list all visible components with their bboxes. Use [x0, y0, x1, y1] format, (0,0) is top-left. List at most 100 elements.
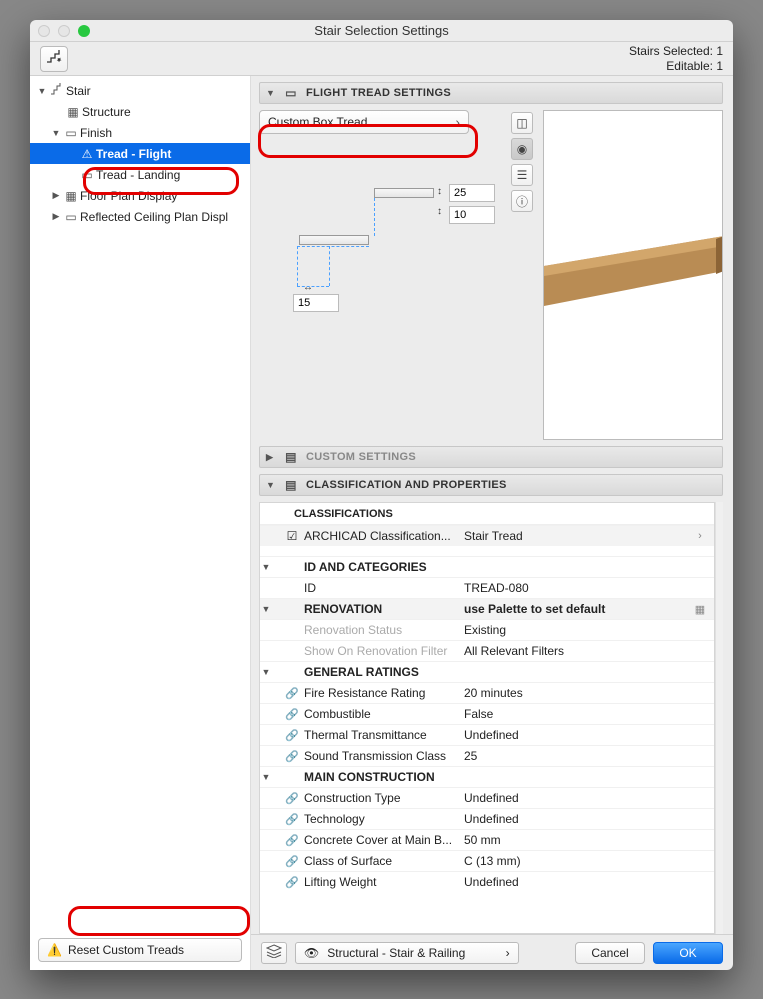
dimension-diagram: ↕ ↕ ↔	[289, 180, 469, 330]
group-id-categories[interactable]: ▼ ID AND CATEGORIES	[260, 556, 714, 577]
prop-value[interactable]: TREAD-080	[464, 581, 690, 595]
layer-name: Structural - Stair & Railing	[327, 946, 465, 960]
prop-value[interactable]: Undefined	[464, 728, 690, 742]
prop-value: Stair Tread	[464, 529, 690, 543]
group-main-construction[interactable]: ▼ MAIN CONSTRUCTION	[260, 766, 714, 787]
row-concrete-cover[interactable]: 🔗 Concrete Cover at Main B... 50 mm	[260, 829, 714, 850]
prop-label: Thermal Transmittance	[304, 728, 464, 742]
tree-item-finish[interactable]: ▼ ▭ Finish	[30, 122, 250, 143]
group-classifications[interactable]: CLASSIFICATIONS	[260, 503, 714, 525]
prop-value[interactable]: False	[464, 707, 690, 721]
row-technology[interactable]: 🔗 Technology Undefined	[260, 808, 714, 829]
settings-icon: ▤	[284, 450, 298, 464]
favorites-button[interactable]	[40, 46, 68, 72]
prop-label: ARCHICAD Classification...	[304, 529, 464, 543]
tread-icon: ▭	[284, 86, 298, 100]
layer-selector[interactable]: 👁 Structural - Stair & Railing ›	[295, 942, 519, 964]
tree-item-structure[interactable]: ▦ Structure	[30, 101, 250, 122]
row-thermal[interactable]: 🔗 Thermal Transmittance Undefined	[260, 724, 714, 745]
scrollbar[interactable]	[715, 502, 723, 934]
link-icon: 🔗	[280, 729, 304, 742]
tread-icon: ▭	[78, 168, 96, 182]
layer-combination-button[interactable]	[261, 942, 287, 964]
tree-label: Tread - Flight	[96, 147, 171, 161]
prop-value[interactable]: C (13 mm)	[464, 854, 690, 868]
tree-item-tread-flight[interactable]: ⚠ Tread - Flight	[30, 143, 250, 164]
preview-section-icon[interactable]: ☰	[511, 164, 533, 186]
tread-offset-input[interactable]	[449, 206, 495, 224]
floorplan-icon: ▦	[62, 189, 80, 203]
section-flight-tread[interactable]: ▼ ▭ FLIGHT TREAD SETTINGS	[259, 82, 723, 104]
prop-value[interactable]: 25	[464, 749, 690, 763]
row-lifting-weight[interactable]: 🔗 Lifting Weight Undefined	[260, 871, 714, 892]
tree-item-floor-plan[interactable]: ▶ ▦ Floor Plan Display	[30, 185, 250, 206]
editable-label: Editable: 1	[629, 59, 723, 73]
prop-value[interactable]: Undefined	[464, 812, 690, 826]
nav-tree-panel: ▼ Stair ▦ Structure ▼ ▭ Finish ⚠	[30, 76, 251, 970]
tree-item-tread-landing[interactable]: ▭ Tread - Landing	[30, 164, 250, 185]
reset-label: Reset Custom Treads	[68, 943, 184, 957]
rcp-icon: ▭	[62, 210, 80, 224]
cancel-button[interactable]: Cancel	[575, 942, 645, 964]
tree-item-stair[interactable]: ▼ Stair	[30, 80, 250, 101]
dialog-footer: 👁 Structural - Stair & Railing › Cancel …	[251, 934, 733, 970]
window-title: Stair Selection Settings	[30, 23, 733, 38]
prop-value[interactable]: 20 minutes	[464, 686, 690, 700]
row-stc[interactable]: 🔗 Sound Transmission Class 25	[260, 745, 714, 766]
tree-label: Reflected Ceiling Plan Displ	[80, 210, 228, 224]
preview-top-icon[interactable]: ◫	[511, 112, 533, 134]
tread-3d-preview[interactable]	[543, 110, 723, 440]
row-construction-type[interactable]: 🔗 Construction Type Undefined	[260, 787, 714, 808]
prop-value[interactable]: Undefined	[464, 875, 690, 889]
row-surface-class[interactable]: 🔗 Class of Surface C (13 mm)	[260, 850, 714, 871]
warning-icon: ⚠	[78, 147, 96, 161]
tree-label: Structure	[82, 105, 131, 119]
tread-thickness-input[interactable]	[449, 184, 495, 202]
prop-label: Concrete Cover at Main B...	[304, 833, 464, 847]
tread-type-selector[interactable]: Custom Box Tread ›	[259, 110, 469, 134]
group-title: MAIN CONSTRUCTION	[304, 770, 464, 784]
checkbox-checked-icon[interactable]: ☑	[280, 529, 304, 543]
chevron-right-icon[interactable]: ›	[690, 530, 710, 542]
finish-icon: ▭	[62, 126, 80, 140]
row-id[interactable]: ID TREAD-080	[260, 577, 714, 598]
prop-value[interactable]: 50 mm	[464, 833, 690, 847]
ok-button[interactable]: OK	[653, 942, 723, 964]
group-renovation[interactable]: ▼ RENOVATION use Palette to set default …	[260, 598, 714, 619]
stair-icon	[45, 48, 63, 69]
row-renovation-status[interactable]: Renovation Status Existing	[260, 619, 714, 640]
tread-nosing-input[interactable]	[293, 294, 339, 312]
nav-tree[interactable]: ▼ Stair ▦ Structure ▼ ▭ Finish ⚠	[30, 76, 250, 930]
stair-icon	[48, 82, 66, 99]
row-fire-rating[interactable]: 🔗 Fire Resistance Rating 20 minutes	[260, 682, 714, 703]
tree-label: Stair	[66, 84, 91, 98]
group-title: GENERAL RATINGS	[304, 665, 464, 679]
reset-custom-treads-button[interactable]: ⚠️ Reset Custom Treads	[38, 938, 242, 962]
info-icon[interactable]: ⓘ	[511, 190, 533, 212]
section-classification[interactable]: ▼ ▤ CLASSIFICATION AND PROPERTIES	[259, 474, 723, 496]
main-panel: ▼ ▭ FLIGHT TREAD SETTINGS Custom Box Tre…	[251, 76, 733, 970]
tree-label: Tread - Landing	[96, 168, 180, 182]
section-custom-settings[interactable]: ▶ ▤ CUSTOM SETTINGS	[259, 446, 723, 468]
prop-label: Technology	[304, 812, 464, 826]
row-renovation-show[interactable]: Show On Renovation Filter All Relevant F…	[260, 640, 714, 661]
chevron-right-icon: ▶	[266, 452, 276, 463]
section-title: CUSTOM SETTINGS	[306, 451, 416, 463]
titlebar: Stair Selection Settings	[30, 20, 733, 42]
tree-item-rcp[interactable]: ▶ ▭ Reflected Ceiling Plan Displ	[30, 206, 250, 227]
prop-label: ID	[304, 581, 464, 595]
preview-mode-toolbar: ◫ ◉ ☰ ⓘ	[511, 110, 533, 440]
prop-label: Show On Renovation Filter	[304, 644, 464, 658]
prop-label: Construction Type	[304, 791, 464, 805]
row-archicad-classification[interactable]: ☑ ARCHICAD Classification... Stair Tread…	[260, 525, 714, 546]
chevron-down-icon: ▼	[266, 88, 276, 98]
prop-value: All Relevant Filters	[464, 644, 690, 658]
prop-value[interactable]: Undefined	[464, 791, 690, 805]
preview-3d-icon[interactable]: ◉	[511, 138, 533, 160]
chevron-down-icon: ▼	[266, 480, 276, 490]
row-combustible[interactable]: 🔗 Combustible False	[260, 703, 714, 724]
link-icon: 🔗	[280, 792, 304, 805]
link-icon: 🔗	[280, 687, 304, 700]
warning-icon: ⚠️	[47, 943, 62, 957]
group-general-ratings[interactable]: ▼ GENERAL RATINGS	[260, 661, 714, 682]
